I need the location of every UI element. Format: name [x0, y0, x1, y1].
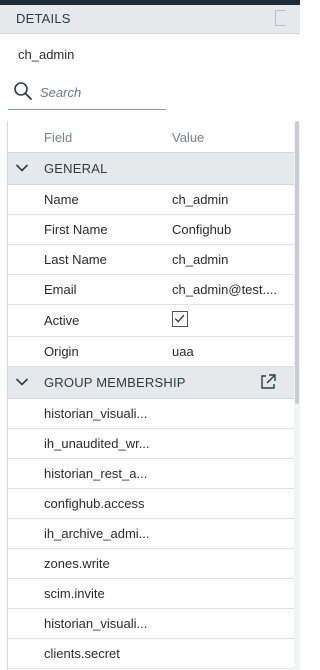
section-group-membership[interactable]: GROUP MEMBERSHIP: [8, 367, 294, 399]
group-name: ih_archive_admi...: [44, 526, 150, 541]
table-row-origin: Origin uaa: [8, 337, 294, 367]
group-name: historian_visuali...: [44, 406, 148, 421]
list-item: clients.secret: [8, 639, 294, 669]
field-value: ch_admin@test....: [172, 282, 277, 297]
details-header: DETAILS: [0, 5, 300, 34]
field-value: uaa: [172, 344, 194, 359]
table-header: Field Value: [8, 121, 294, 153]
group-name: ih_unaudited_wr...: [44, 436, 150, 451]
group-name: scim.invite: [44, 586, 105, 601]
vertical-scrollbar[interactable]: [294, 121, 300, 670]
table-row-email: Email ch_admin@test....: [8, 275, 294, 305]
search-icon: [14, 82, 32, 100]
field-label: First Name: [44, 222, 108, 237]
group-name: confighub.access: [44, 496, 145, 511]
list-item: historian_visuali...: [8, 609, 294, 639]
scrollbar-thumb[interactable]: [295, 121, 299, 404]
column-header-value: Value: [172, 130, 205, 145]
field-value: ch_admin: [172, 252, 229, 267]
active-checkbox[interactable]: [172, 311, 188, 327]
section-label: GENERAL: [44, 161, 108, 176]
check-icon: [174, 314, 185, 323]
group-name: historian_rest_a...: [44, 466, 148, 481]
field-label: Active: [44, 313, 80, 328]
section-general[interactable]: GENERAL: [8, 153, 294, 185]
list-item: confighub.access: [8, 489, 294, 519]
user-name-title: ch_admin: [18, 47, 75, 62]
field-label: Email: [44, 282, 77, 297]
group-name: historian_visuali...: [44, 616, 148, 631]
panel-collapse-handle[interactable]: [275, 10, 286, 26]
table-row-first-name: First Name Confighub: [8, 215, 294, 245]
field-value: Confighub: [172, 222, 232, 237]
table-row-last-name: Last Name ch_admin: [8, 245, 294, 275]
details-table: Field Value GENERAL Name ch_admin First …: [7, 121, 294, 670]
section-label: GROUP MEMBERSHIP: [44, 375, 186, 390]
list-item: ih_archive_admi...: [8, 519, 294, 549]
table-row-active: Active: [8, 305, 294, 337]
list-item: scim.invite: [8, 579, 294, 609]
list-item: historian_rest_a...: [8, 459, 294, 489]
group-name: clients.secret: [44, 646, 120, 661]
table-row-name: Name ch_admin: [8, 185, 294, 215]
field-label: Last Name: [44, 252, 107, 267]
chevron-down-icon[interactable]: [15, 377, 29, 387]
list-item: zones.write: [8, 549, 294, 579]
column-header-field: Field: [44, 130, 73, 145]
external-link-icon[interactable]: [259, 373, 277, 391]
search-input[interactable]: [40, 81, 160, 103]
field-value: ch_admin: [172, 192, 229, 207]
group-name: zones.write: [44, 556, 110, 571]
chevron-down-icon[interactable]: [15, 163, 29, 173]
search-box[interactable]: [8, 78, 166, 110]
field-label: Name: [44, 192, 79, 207]
list-item: ih_unaudited_wr...: [8, 429, 294, 459]
field-label: Origin: [44, 344, 79, 359]
list-item: historian_visuali...: [8, 399, 294, 429]
panel-title: DETAILS: [16, 11, 71, 26]
